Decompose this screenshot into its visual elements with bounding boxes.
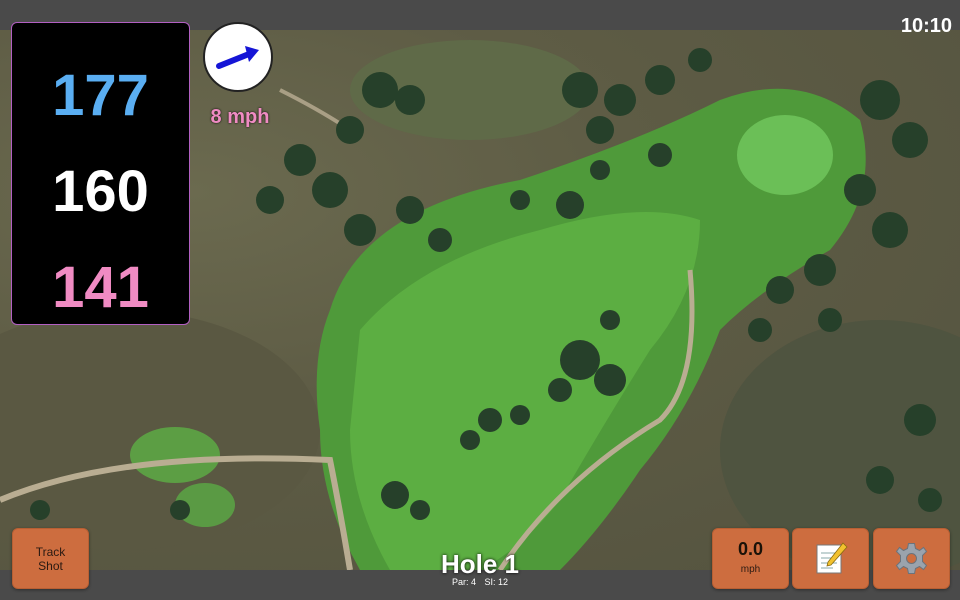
hole-info: Par: 4 SI: 12: [400, 577, 560, 587]
hole-stroke-index: SI: 12: [484, 577, 509, 587]
back-distance: 177: [52, 63, 149, 128]
notes-button[interactable]: [792, 528, 869, 589]
notepad-icon: [816, 542, 848, 574]
front-distance: 141: [52, 255, 149, 320]
hole-title: Hole 1: [440, 549, 520, 579]
track-shot-label-line1: Track: [35, 545, 66, 559]
speed-button[interactable]: 0.0 mph: [712, 528, 789, 589]
wind-speed: 8 mph: [210, 106, 270, 128]
wind-arrow-icon: [216, 46, 259, 69]
distance-panel: 177 160 141: [11, 22, 190, 325]
speed-unit: mph: [740, 564, 761, 575]
hole-par: Par: 4: [451, 577, 476, 587]
track-shot-label-line2: Shot: [38, 559, 63, 573]
gear-icon: [895, 543, 928, 574]
middle-distance: 160: [52, 159, 149, 224]
settings-button[interactable]: [873, 528, 950, 589]
speed-value: 0.0: [737, 539, 764, 559]
wind-indicator: [203, 22, 273, 92]
clock: 10:10: [900, 15, 952, 37]
track-shot-button[interactable]: Track Shot: [12, 528, 89, 589]
